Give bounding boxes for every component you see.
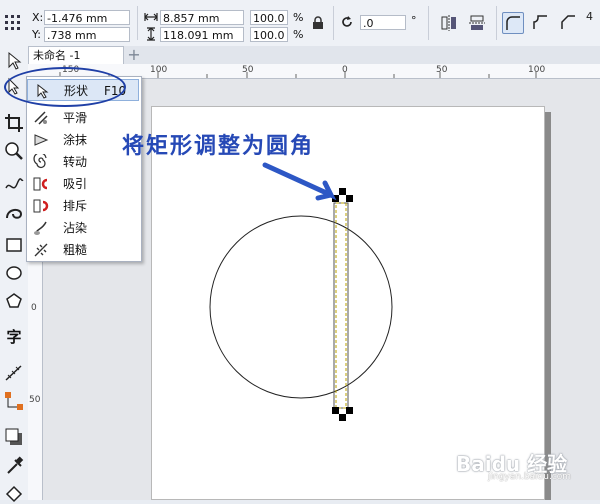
eyedropper-tool-icon[interactable] xyxy=(3,454,25,476)
ruler-label: 100 xyxy=(150,65,168,75)
polygon-tool-icon[interactable] xyxy=(3,290,25,312)
rotate-icon xyxy=(342,16,352,27)
fill-tool-icon[interactable] xyxy=(3,482,25,504)
smart-draw-tool-icon[interactable] xyxy=(3,202,25,224)
x-position-field[interactable]: -1.476 mm xyxy=(44,10,130,25)
flyout-item-attract[interactable]: 吸引 xyxy=(27,173,139,195)
repel-icon xyxy=(33,199,49,213)
flyout-item-label: 吸引 xyxy=(63,177,88,191)
width-field[interactable]: 8.857 mm xyxy=(160,10,244,25)
height-icon xyxy=(147,27,155,41)
annotation-text: 将矩形调整为圆角 xyxy=(122,134,315,159)
flyout-item-smudge[interactable]: 沾染 xyxy=(27,217,139,239)
scale-width-field[interactable]: 100.0 xyxy=(250,10,288,25)
separator xyxy=(333,6,334,40)
flyout-item-label: 排斥 xyxy=(63,199,88,213)
scale-height-field[interactable]: 100.0 xyxy=(250,27,288,42)
ruler-label: 50 xyxy=(29,395,41,405)
y-label: Y: xyxy=(32,28,41,41)
separator xyxy=(137,6,138,40)
add-document-button[interactable]: + xyxy=(126,47,142,63)
flyout-item-label: 沾染 xyxy=(63,221,88,235)
x-label: X: xyxy=(32,11,44,24)
smudge-icon xyxy=(34,221,47,235)
scalloped-corner-icon xyxy=(533,15,547,29)
highlight-ellipse xyxy=(4,67,126,107)
dimension-tool-icon[interactable] xyxy=(3,362,25,384)
rectangle-guide xyxy=(335,202,347,409)
roughen-icon xyxy=(34,243,48,257)
ruler-label: 0 xyxy=(342,65,348,75)
twirl-icon xyxy=(33,154,47,169)
ruler-label: 50 xyxy=(242,65,254,75)
document-tab-strip: 未命名 -1 + xyxy=(28,46,600,64)
zoom-tool-icon[interactable] xyxy=(3,140,25,162)
object-origin-icon[interactable] xyxy=(4,14,22,32)
smooth-icon xyxy=(34,111,48,125)
attract-icon xyxy=(33,177,48,191)
watermark-url: jingyan.baidu.com xyxy=(488,472,572,482)
degree-label: ° xyxy=(411,14,417,27)
height-field[interactable]: 118.091 mm xyxy=(160,27,244,42)
chamfered-corner-icon xyxy=(561,15,575,29)
percent-label-w: % xyxy=(293,11,304,24)
flyout-item-repel[interactable]: 排斥 xyxy=(27,195,139,217)
mirror-horizontal-icon[interactable] xyxy=(440,14,458,32)
annotation-arrow xyxy=(262,162,337,201)
mirror-vertical-icon[interactable] xyxy=(468,14,486,32)
rotation-field[interactable]: .0 xyxy=(360,15,406,30)
flyout-item-label: 转动 xyxy=(63,155,88,169)
pick-tool-icon[interactable] xyxy=(3,50,25,72)
rectangle-tool-icon[interactable] xyxy=(3,234,25,256)
scalloped-corner-button[interactable] xyxy=(530,12,552,34)
crop-tool-icon[interactable] xyxy=(3,112,25,134)
smear-icon xyxy=(34,134,49,146)
corner-radius-label: 4 xyxy=(586,10,593,23)
y-position-field[interactable]: .738 mm xyxy=(44,27,130,42)
width-icon xyxy=(144,13,158,21)
flyout-item-label: 粗糙 xyxy=(63,243,88,257)
round-corner-button[interactable] xyxy=(502,12,524,34)
top-node-handles xyxy=(332,188,353,202)
separator xyxy=(428,6,429,40)
connector-tool-icon[interactable] xyxy=(3,390,25,412)
text-tool-icon[interactable]: 字 xyxy=(3,326,25,348)
circle-object xyxy=(209,215,393,399)
percent-label-h: % xyxy=(293,28,304,41)
document-tab[interactable]: 未命名 -1 xyxy=(28,46,124,64)
ruler-label: 50 xyxy=(436,65,448,75)
ruler-label: 0 xyxy=(31,303,37,313)
lock-ratio-icon[interactable] xyxy=(312,16,324,30)
flyout-item-smooth[interactable]: 平滑 xyxy=(27,107,139,129)
chamfered-corner-button[interactable] xyxy=(558,12,580,34)
round-corner-icon xyxy=(506,16,520,30)
ellipse-tool-icon[interactable] xyxy=(3,262,25,284)
freehand-tool-icon[interactable] xyxy=(3,174,25,196)
separator xyxy=(496,6,497,40)
property-bar: X: -1.476 mm Y: .738 mm 8.857 mm 118.091… xyxy=(0,0,600,47)
ruler-label: 100 xyxy=(528,65,546,75)
toolbox: 字 xyxy=(0,46,29,503)
bottom-node-handles xyxy=(332,407,353,421)
flyout-item-label: 涂抹 xyxy=(63,133,88,147)
drop-shadow-tool-icon[interactable] xyxy=(3,426,25,448)
flyout-item-roughen[interactable]: 粗糙 xyxy=(27,239,139,261)
flyout-item-label: 平滑 xyxy=(63,111,88,125)
